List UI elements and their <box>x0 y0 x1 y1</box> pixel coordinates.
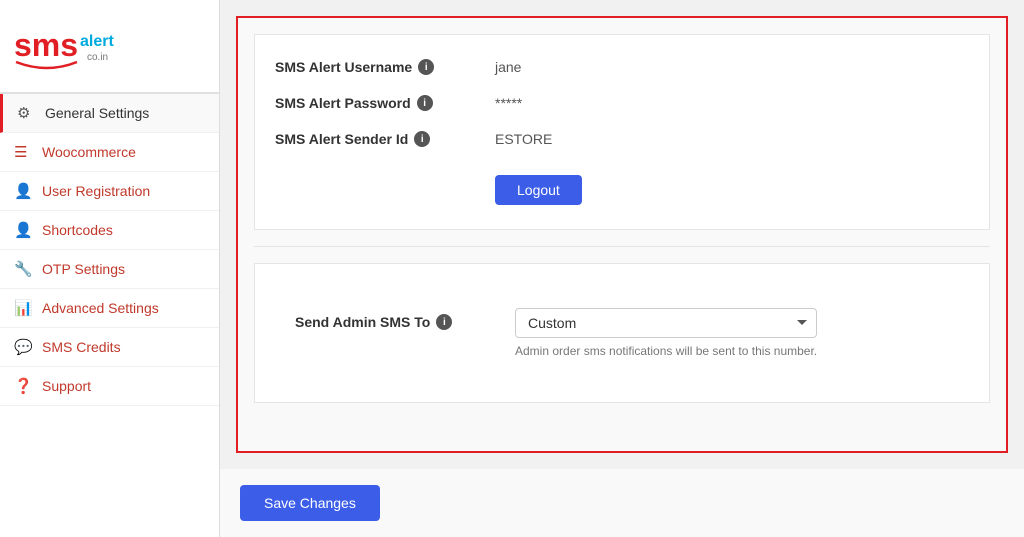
sidebar-item-shortcodes[interactable]: 👤 Shortcodes <box>0 211 219 250</box>
svg-text:sms: sms <box>14 27 78 63</box>
svg-text:co.in: co.in <box>87 52 108 63</box>
password-row: SMS Alert Password i ***** <box>275 95 969 111</box>
sidebar-item-sms-credits[interactable]: 💬 SMS Credits <box>0 328 219 367</box>
logout-row: Logout <box>275 167 969 205</box>
save-changes-button[interactable]: Save Changes <box>240 485 380 521</box>
username-label: SMS Alert Username i <box>275 59 495 75</box>
password-info-icon[interactable]: i <box>417 95 433 111</box>
sidebar-item-support[interactable]: ❓ Support <box>0 367 219 406</box>
sidebar-label-otp-settings: OTP Settings <box>42 261 125 277</box>
admin-sms-controls: Custom Admin Custom Number Admin order s… <box>515 308 817 358</box>
username-info-icon[interactable]: i <box>418 59 434 75</box>
content-area: SMS Alert Username i jane SMS Alert Pass… <box>236 16 1008 453</box>
sidebar-label-support: Support <box>42 378 91 394</box>
section-divider <box>254 246 990 247</box>
password-value: ***** <box>495 95 522 111</box>
sidebar-item-user-registration[interactable]: 👤 User Registration <box>0 172 219 211</box>
password-label: SMS Alert Password i <box>275 95 495 111</box>
sidebar-item-general-settings[interactable]: ⚙ General Settings <box>0 94 219 133</box>
logo-svg: sms alert co.in <box>12 16 122 76</box>
gear-icon: ⚙ <box>17 104 37 122</box>
menu-icon: ☰ <box>14 143 34 161</box>
admin-sms-hint: Admin order sms notifications will be se… <box>515 344 817 358</box>
shortcode-icon: 👤 <box>14 221 34 239</box>
username-row: SMS Alert Username i jane <box>275 59 969 75</box>
sender-id-info-icon[interactable]: i <box>414 131 430 147</box>
comment-icon: 💬 <box>14 338 34 356</box>
admin-sms-select[interactable]: Custom Admin Custom Number <box>515 308 817 338</box>
sender-id-label: SMS Alert Sender Id i <box>275 131 495 147</box>
sidebar-label-woocommerce: Woocommerce <box>42 144 136 160</box>
credentials-section: SMS Alert Username i jane SMS Alert Pass… <box>254 34 990 230</box>
sidebar-label-general-settings: General Settings <box>45 105 149 121</box>
sidebar-item-woocommerce[interactable]: ☰ Woocommerce <box>0 133 219 172</box>
username-value: jane <box>495 59 521 75</box>
sidebar-item-advanced-settings[interactable]: 📊 Advanced Settings <box>0 289 219 328</box>
wrench-icon: 🔧 <box>14 260 34 278</box>
admin-sms-row: Send Admin SMS To i Custom Admin Custom … <box>275 288 969 378</box>
sidebar-label-shortcodes: Shortcodes <box>42 222 113 238</box>
chart-icon: 📊 <box>14 299 34 317</box>
sidebar-label-advanced-settings: Advanced Settings <box>42 300 159 316</box>
logo-area: sms alert co.in <box>0 0 219 94</box>
sender-id-row: SMS Alert Sender Id i ESTORE <box>275 131 969 147</box>
help-icon: ❓ <box>14 377 34 395</box>
svg-text:alert: alert <box>80 33 114 50</box>
admin-sms-info-icon[interactable]: i <box>436 314 452 330</box>
admin-sms-section: Send Admin SMS To i Custom Admin Custom … <box>254 263 990 403</box>
admin-sms-label: Send Admin SMS To i <box>295 308 515 330</box>
sidebar: sms alert co.in ⚙ General Settings ☰ Woo… <box>0 0 220 537</box>
sender-id-value: ESTORE <box>495 131 552 147</box>
user-icon: 👤 <box>14 182 34 200</box>
sidebar-label-user-registration: User Registration <box>42 183 150 199</box>
sidebar-item-otp-settings[interactable]: 🔧 OTP Settings <box>0 250 219 289</box>
sidebar-label-sms-credits: SMS Credits <box>42 339 121 355</box>
logout-button[interactable]: Logout <box>495 175 582 205</box>
logo: sms alert co.in <box>12 16 207 76</box>
footer-bar: Save Changes <box>220 469 1024 537</box>
main-content: SMS Alert Username i jane SMS Alert Pass… <box>220 0 1024 537</box>
